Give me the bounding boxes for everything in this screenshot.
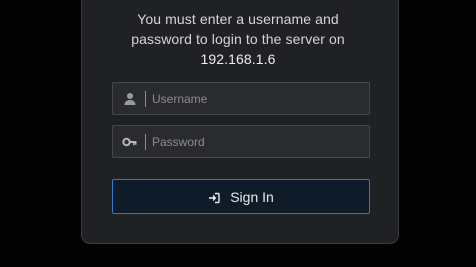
- username-input[interactable]: [152, 83, 362, 114]
- sign-in-icon: [208, 191, 220, 203]
- user-icon: [122, 91, 138, 107]
- sign-in-label: Sign In: [230, 188, 274, 205]
- sign-in-button-content: Sign In: [113, 180, 369, 213]
- username-field[interactable]: [112, 82, 370, 115]
- field-separator: [145, 134, 146, 150]
- field-separator: [145, 91, 146, 107]
- server-address: 192.168.1.6: [200, 51, 276, 67]
- message-line-2: password to login to the server on: [131, 31, 345, 47]
- password-input[interactable]: [152, 126, 362, 157]
- sign-in-button[interactable]: Sign In: [112, 179, 370, 214]
- login-message: You must enter a username and password t…: [0, 9, 476, 69]
- message-line-1: You must enter a username and: [137, 11, 339, 27]
- password-field[interactable]: [112, 125, 370, 158]
- key-icon: [122, 134, 138, 150]
